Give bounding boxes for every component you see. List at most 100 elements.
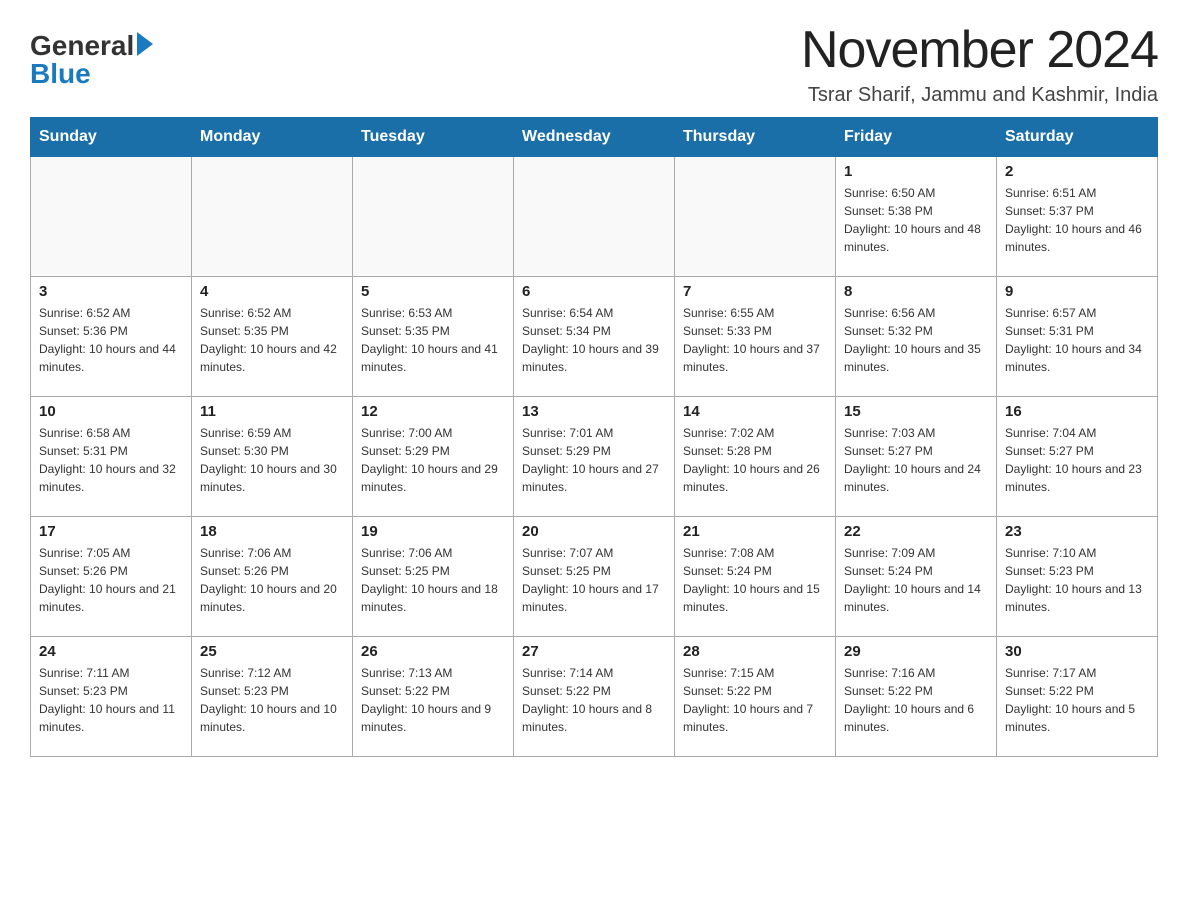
day-info: Sunrise: 7:02 AM Sunset: 5:28 PM Dayligh…: [683, 424, 827, 496]
table-row: 24 Sunrise: 7:11 AM Sunset: 5:23 PM Dayli…: [31, 637, 192, 757]
day-info: Sunrise: 6:55 AM Sunset: 5:33 PM Dayligh…: [683, 304, 827, 376]
table-row: 30 Sunrise: 7:17 AM Sunset: 5:22 PM Dayli…: [997, 637, 1158, 757]
day-info: Sunrise: 7:12 AM Sunset: 5:23 PM Dayligh…: [200, 664, 344, 736]
day-number: 3: [39, 283, 183, 300]
day-number: 9: [1005, 283, 1149, 300]
table-row: 22 Sunrise: 7:09 AM Sunset: 5:24 PM Dayli…: [836, 517, 997, 637]
day-info: Sunrise: 7:15 AM Sunset: 5:22 PM Dayligh…: [683, 664, 827, 736]
day-number: 7: [683, 283, 827, 300]
logo: General Blue: [30, 30, 153, 90]
table-row: 27 Sunrise: 7:14 AM Sunset: 5:22 PM Dayli…: [514, 637, 675, 757]
table-row: 20 Sunrise: 7:07 AM Sunset: 5:25 PM Dayli…: [514, 517, 675, 637]
day-info: Sunrise: 7:06 AM Sunset: 5:26 PM Dayligh…: [200, 544, 344, 616]
day-info: Sunrise: 7:09 AM Sunset: 5:24 PM Dayligh…: [844, 544, 988, 616]
day-number: 25: [200, 643, 344, 660]
table-row: 4 Sunrise: 6:52 AM Sunset: 5:35 PM Daylig…: [192, 277, 353, 397]
day-number: 17: [39, 523, 183, 540]
day-info: Sunrise: 7:10 AM Sunset: 5:23 PM Dayligh…: [1005, 544, 1149, 616]
table-row: 7 Sunrise: 6:55 AM Sunset: 5:33 PM Daylig…: [675, 277, 836, 397]
day-number: 1: [844, 163, 988, 180]
day-number: 6: [522, 283, 666, 300]
day-info: Sunrise: 6:57 AM Sunset: 5:31 PM Dayligh…: [1005, 304, 1149, 376]
day-number: 22: [844, 523, 988, 540]
table-row: [31, 157, 192, 277]
day-number: 5: [361, 283, 505, 300]
table-row: 2Sunrise: 6:51 AM Sunset: 5:37 PM Daylig…: [997, 157, 1158, 277]
day-info: Sunrise: 7:01 AM Sunset: 5:29 PM Dayligh…: [522, 424, 666, 496]
day-info: Sunrise: 7:17 AM Sunset: 5:22 PM Dayligh…: [1005, 664, 1149, 736]
day-info: Sunrise: 6:59 AM Sunset: 5:30 PM Dayligh…: [200, 424, 344, 496]
table-row: 29 Sunrise: 7:16 AM Sunset: 5:22 PM Dayli…: [836, 637, 997, 757]
calendar-week-row: 3 Sunrise: 6:52 AM Sunset: 5:36 PM Daylig…: [31, 277, 1158, 397]
day-number: 20: [522, 523, 666, 540]
col-friday: Friday: [836, 118, 997, 157]
day-number: 21: [683, 523, 827, 540]
day-number: 23: [1005, 523, 1149, 540]
day-info: Sunrise: 7:16 AM Sunset: 5:22 PM Dayligh…: [844, 664, 988, 736]
day-number: 18: [200, 523, 344, 540]
day-number: 8: [844, 283, 988, 300]
day-number: 10: [39, 403, 183, 420]
day-info: Sunrise: 7:08 AM Sunset: 5:24 PM Dayligh…: [683, 544, 827, 616]
col-sunday: Sunday: [31, 118, 192, 157]
table-row: 3 Sunrise: 6:52 AM Sunset: 5:36 PM Daylig…: [31, 277, 192, 397]
day-info: Sunrise: 7:00 AM Sunset: 5:29 PM Dayligh…: [361, 424, 505, 496]
table-row: 15 Sunrise: 7:03 AM Sunset: 5:27 PM Dayli…: [836, 397, 997, 517]
table-row: 28 Sunrise: 7:15 AM Sunset: 5:22 PM Dayli…: [675, 637, 836, 757]
calendar-week-row: 17 Sunrise: 7:05 AM Sunset: 5:26 PM Dayli…: [31, 517, 1158, 637]
day-number: 14: [683, 403, 827, 420]
logo-arrow-icon: [137, 32, 153, 56]
col-saturday: Saturday: [997, 118, 1158, 157]
table-row: 10 Sunrise: 6:58 AM Sunset: 5:31 PM Dayli…: [31, 397, 192, 517]
table-row: 5 Sunrise: 6:53 AM Sunset: 5:35 PM Daylig…: [353, 277, 514, 397]
calendar-header-row: Sunday Monday Tuesday Wednesday Thursday…: [31, 118, 1158, 157]
table-row: 21 Sunrise: 7:08 AM Sunset: 5:24 PM Dayli…: [675, 517, 836, 637]
col-tuesday: Tuesday: [353, 118, 514, 157]
day-number: 28: [683, 643, 827, 660]
table-row: [353, 157, 514, 277]
table-row: 18 Sunrise: 7:06 AM Sunset: 5:26 PM Dayli…: [192, 517, 353, 637]
calendar-week-row: 24 Sunrise: 7:11 AM Sunset: 5:23 PM Dayli…: [31, 637, 1158, 757]
calendar-week-row: 1 Sunrise: 6:50 AM Sunset: 5:38 PM Daylig…: [31, 157, 1158, 277]
page-header: General Blue November 2024 Tsrar Sharif,…: [30, 20, 1158, 107]
day-number: 19: [361, 523, 505, 540]
day-info: Sunrise: 6:53 AM Sunset: 5:35 PM Dayligh…: [361, 304, 505, 376]
day-number: 30: [1005, 643, 1149, 660]
table-row: 9 Sunrise: 6:57 AM Sunset: 5:31 PM Daylig…: [997, 277, 1158, 397]
day-number: 4: [200, 283, 344, 300]
day-number: 15: [844, 403, 988, 420]
table-row: [192, 157, 353, 277]
table-row: 17 Sunrise: 7:05 AM Sunset: 5:26 PM Dayli…: [31, 517, 192, 637]
day-info: Sunrise: 7:07 AM Sunset: 5:25 PM Dayligh…: [522, 544, 666, 616]
day-number: 26: [361, 643, 505, 660]
day-info: Sunrise: 6:52 AM Sunset: 5:36 PM Dayligh…: [39, 304, 183, 376]
table-row: 8 Sunrise: 6:56 AM Sunset: 5:32 PM Daylig…: [836, 277, 997, 397]
day-info: Sunrise: 6:52 AM Sunset: 5:35 PM Dayligh…: [200, 304, 344, 376]
month-title: November 2024: [801, 20, 1158, 80]
day-info: Sunrise: 6:50 AM Sunset: 5:38 PM Dayligh…: [844, 184, 988, 256]
day-info: Sunrise: 7:03 AM Sunset: 5:27 PM Dayligh…: [844, 424, 988, 496]
day-info: Sunrise: 6:54 AM Sunset: 5:34 PM Dayligh…: [522, 304, 666, 376]
calendar-table: Sunday Monday Tuesday Wednesday Thursday…: [30, 117, 1158, 757]
day-info: Sunrise: 6:58 AM Sunset: 5:31 PM Dayligh…: [39, 424, 183, 496]
col-thursday: Thursday: [675, 118, 836, 157]
table-row: 12 Sunrise: 7:00 AM Sunset: 5:29 PM Dayli…: [353, 397, 514, 517]
day-info: Sunrise: 6:56 AM Sunset: 5:32 PM Dayligh…: [844, 304, 988, 376]
day-number: 16: [1005, 403, 1149, 420]
day-info: Sunrise: 7:05 AM Sunset: 5:26 PM Dayligh…: [39, 544, 183, 616]
title-area: November 2024 Tsrar Sharif, Jammu and Ka…: [801, 20, 1158, 107]
day-info: Sunrise: 7:11 AM Sunset: 5:23 PM Dayligh…: [39, 664, 183, 736]
day-number: 13: [522, 403, 666, 420]
table-row: [514, 157, 675, 277]
day-info: Sunrise: 6:51 AM Sunset: 5:37 PM Dayligh…: [1005, 184, 1149, 256]
table-row: 25 Sunrise: 7:12 AM Sunset: 5:23 PM Dayli…: [192, 637, 353, 757]
day-number: 27: [522, 643, 666, 660]
day-number: 12: [361, 403, 505, 420]
day-number: 24: [39, 643, 183, 660]
logo-blue-text: Blue: [30, 58, 91, 90]
table-row: 11Sunrise: 6:59 AM Sunset: 5:30 PM Dayli…: [192, 397, 353, 517]
day-info: Sunrise: 7:14 AM Sunset: 5:22 PM Dayligh…: [522, 664, 666, 736]
table-row: 13 Sunrise: 7:01 AM Sunset: 5:29 PM Dayli…: [514, 397, 675, 517]
day-number: 29: [844, 643, 988, 660]
table-row: 6 Sunrise: 6:54 AM Sunset: 5:34 PM Daylig…: [514, 277, 675, 397]
